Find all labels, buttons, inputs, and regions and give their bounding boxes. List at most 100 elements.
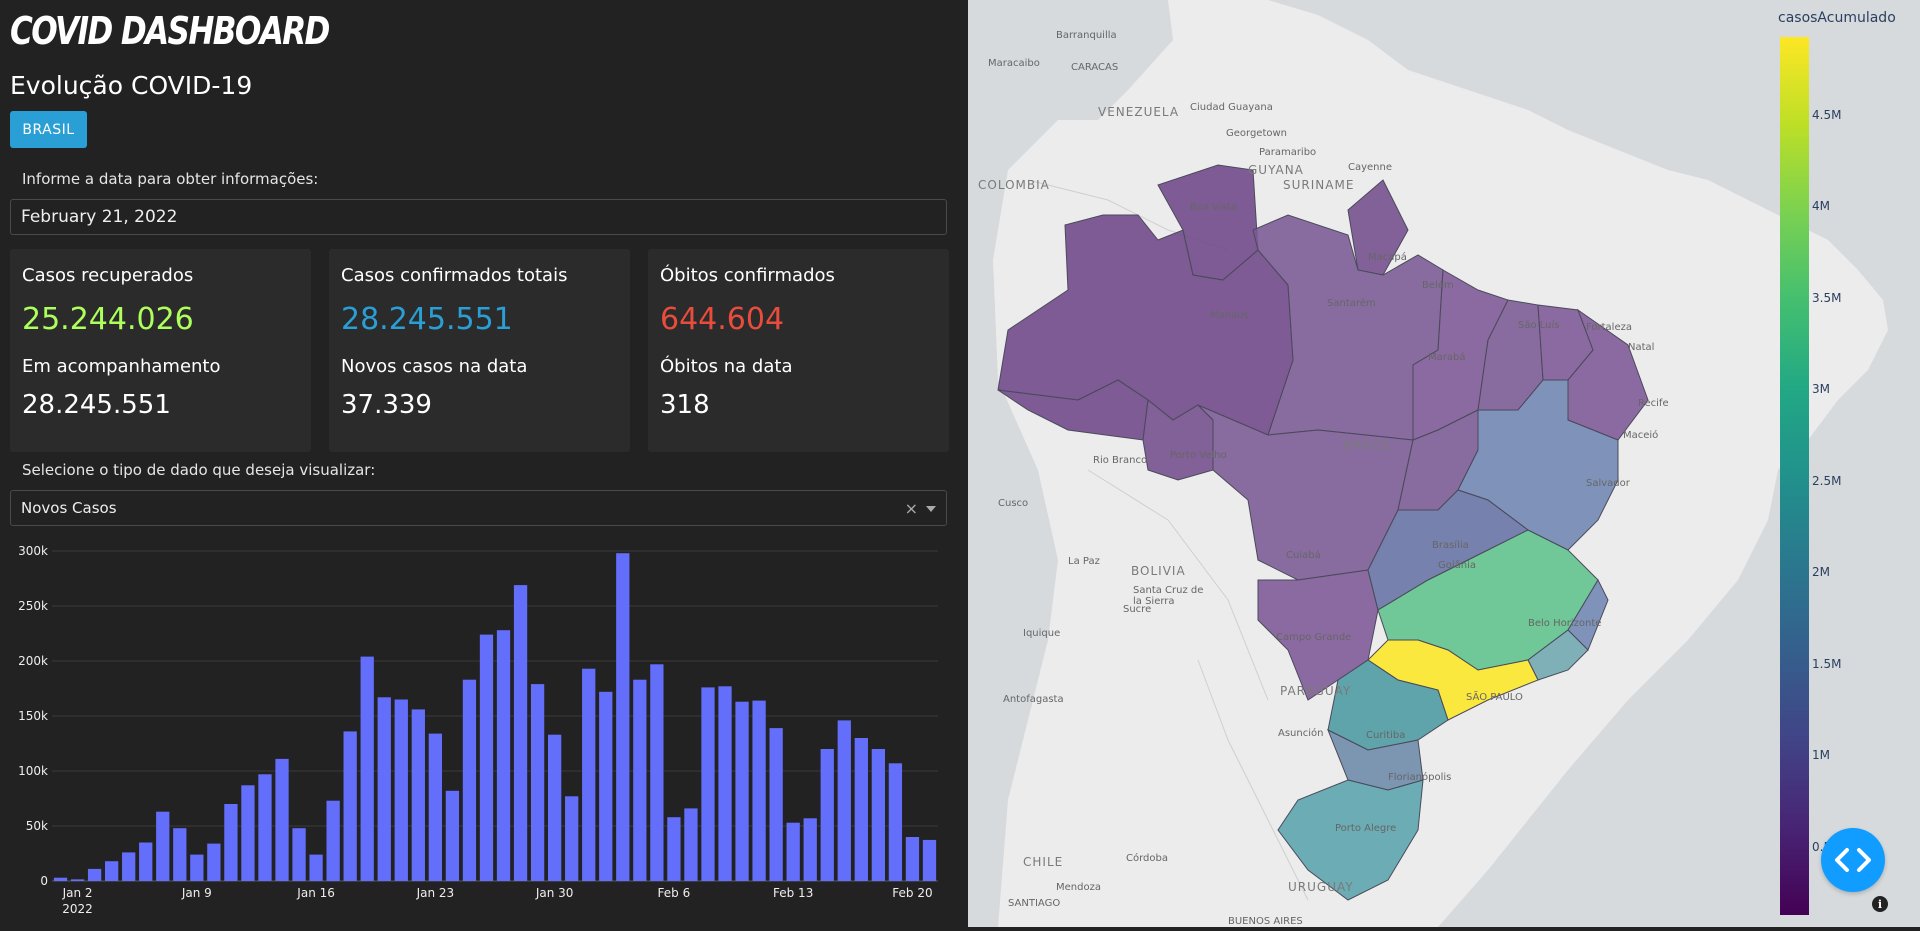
chart-bar[interactable] bbox=[428, 733, 443, 881]
map-city-label: Manaus bbox=[1210, 310, 1249, 321]
chart-bar[interactable] bbox=[70, 879, 85, 881]
map-city-label: Natal bbox=[1628, 342, 1655, 353]
card-title: Casos recuperados bbox=[22, 265, 194, 286]
chart-bar[interactable] bbox=[479, 634, 494, 881]
chart-bar[interactable] bbox=[905, 837, 920, 881]
chart-bar[interactable] bbox=[786, 822, 800, 881]
card-confirmed: Casos confirmados totais 28.245.551 Novo… bbox=[329, 249, 630, 452]
chart-bar[interactable] bbox=[394, 699, 408, 882]
map-country-label: COLOMBIA bbox=[978, 178, 1050, 192]
chart-bar[interactable] bbox=[309, 854, 323, 881]
card-sub-title: Novos casos na data bbox=[341, 356, 528, 377]
bar-chart-svg: 0 50k 100k 150k 200k 250k 300k Jan 2 2022 Jan 9 Ja… bbox=[18, 544, 938, 916]
map-city-label: Maracaibo bbox=[988, 58, 1040, 69]
map-city-label: CARACAS bbox=[1071, 62, 1119, 73]
chart-bar[interactable] bbox=[922, 839, 937, 881]
y-tick-label: 100k bbox=[18, 764, 48, 778]
chart-bar[interactable] bbox=[718, 686, 732, 881]
chart-bar[interactable] bbox=[547, 734, 562, 881]
chart-bar[interactable] bbox=[190, 854, 204, 881]
chart-bar[interactable] bbox=[854, 738, 868, 881]
chart-bar[interactable] bbox=[139, 842, 153, 882]
card-value: 644.604 bbox=[660, 302, 785, 337]
choropleth-map[interactable]: VENEZUELA COLOMBIA GUYANA SURINAME BRAZI… bbox=[968, 0, 1920, 927]
map-city-label: SANTIAGO bbox=[1008, 898, 1061, 909]
app-logo: COVID DASHBOARD bbox=[10, 9, 330, 53]
chart-bar[interactable] bbox=[275, 758, 289, 881]
map-city-label: Ciudad Guayana bbox=[1190, 102, 1273, 113]
info-icon[interactable]: i bbox=[1872, 896, 1888, 912]
chart-bar[interactable] bbox=[650, 664, 664, 881]
code-toggle-button[interactable] bbox=[1821, 828, 1885, 892]
data-type-dropdown[interactable]: Novos Casos × bbox=[10, 490, 947, 526]
map-city-label: Rio Branco bbox=[1093, 455, 1148, 466]
map-city-label: Brasília bbox=[1432, 540, 1469, 551]
chart-bar[interactable] bbox=[326, 800, 340, 881]
chart-bar[interactable] bbox=[377, 697, 391, 881]
map-city-label: Recife bbox=[1638, 398, 1669, 409]
chart-bar[interactable] bbox=[292, 828, 306, 881]
map-city-label: Georgetown bbox=[1226, 128, 1288, 139]
chart-bar[interactable] bbox=[616, 553, 630, 881]
chart-bar[interactable] bbox=[633, 679, 647, 881]
date-label: Informe a data para obter informações: bbox=[22, 170, 319, 188]
date-value: February 21, 2022 bbox=[21, 207, 178, 227]
chart-bar[interactable] bbox=[122, 852, 136, 881]
chart-bar[interactable] bbox=[343, 731, 357, 881]
x-tick-label: Jan 9 bbox=[181, 886, 212, 900]
page-title: Evolução COVID-19 bbox=[10, 71, 253, 100]
card-title: Casos confirmados totais bbox=[341, 265, 568, 286]
colorbar-tick: 1M bbox=[1812, 748, 1830, 762]
chart-bar[interactable] bbox=[888, 763, 903, 881]
map-city-label: Boa Vista bbox=[1190, 202, 1237, 213]
chart-bar[interactable] bbox=[530, 684, 545, 881]
chart-bar[interactable] bbox=[599, 691, 613, 881]
chart-bar[interactable] bbox=[156, 811, 170, 881]
y-tick-label: 0 bbox=[40, 874, 48, 888]
clear-icon[interactable]: × bbox=[905, 499, 918, 518]
date-input[interactable]: February 21, 2022 bbox=[10, 199, 947, 235]
chart-bar[interactable] bbox=[769, 728, 783, 881]
chart-bar[interactable] bbox=[207, 843, 221, 881]
colorbar-tick: 4.5M bbox=[1812, 108, 1842, 122]
chart-bar[interactable] bbox=[445, 790, 460, 881]
chart-bar[interactable] bbox=[53, 877, 68, 881]
chart-bar[interactable] bbox=[837, 720, 851, 881]
chart-bar[interactable] bbox=[224, 804, 238, 881]
card-value: 25.244.026 bbox=[22, 302, 194, 337]
chart-bar[interactable] bbox=[87, 868, 102, 881]
map-city-label: Belo Horizonte bbox=[1528, 618, 1602, 629]
chart-bar[interactable] bbox=[462, 679, 477, 881]
chart-bar[interactable] bbox=[684, 808, 698, 881]
chart-bar[interactable] bbox=[701, 687, 715, 881]
chart-bar[interactable] bbox=[582, 668, 596, 881]
chart-bar[interactable] bbox=[565, 796, 579, 881]
chart-bar[interactable] bbox=[411, 709, 425, 881]
cases-chart[interactable]: 0 50k 100k 150k 200k 250k 300k Jan 2 2022 Jan 9 Ja… bbox=[10, 535, 948, 927]
chart-bar[interactable] bbox=[241, 785, 255, 881]
map-city-label: Barranquilla bbox=[1056, 30, 1117, 41]
chart-bar[interactable] bbox=[820, 749, 834, 881]
brasil-button[interactable]: BRASIL bbox=[10, 111, 87, 148]
chart-bar[interactable] bbox=[803, 818, 817, 881]
map-country-label: CHILE bbox=[1023, 855, 1064, 869]
chevron-down-icon[interactable] bbox=[926, 506, 936, 512]
chart-bar[interactable] bbox=[258, 774, 272, 881]
map-country-label: PARAGUAY bbox=[1280, 684, 1352, 698]
chart-bar[interactable] bbox=[513, 585, 528, 881]
map-city-label: Porto Alegre bbox=[1335, 823, 1397, 834]
card-title: Óbitos confirmados bbox=[660, 265, 835, 286]
colorbar-tick: 2M bbox=[1812, 565, 1830, 579]
chart-bar[interactable] bbox=[360, 656, 374, 881]
chart-bar[interactable] bbox=[173, 828, 187, 881]
chart-bar[interactable] bbox=[496, 630, 511, 881]
chart-bar[interactable] bbox=[871, 749, 886, 881]
chart-bar[interactable] bbox=[752, 700, 766, 881]
data-type-label: Selecione o tipo de dado que deseja visu… bbox=[22, 461, 376, 479]
chart-bar[interactable] bbox=[667, 817, 681, 881]
map-city-label: Campo Grande bbox=[1276, 632, 1352, 643]
chart-bar[interactable] bbox=[735, 701, 749, 881]
map-city-label: Cayenne bbox=[1348, 162, 1393, 173]
chart-bar[interactable] bbox=[104, 861, 119, 881]
map-city-label: Sucre bbox=[1123, 604, 1152, 615]
